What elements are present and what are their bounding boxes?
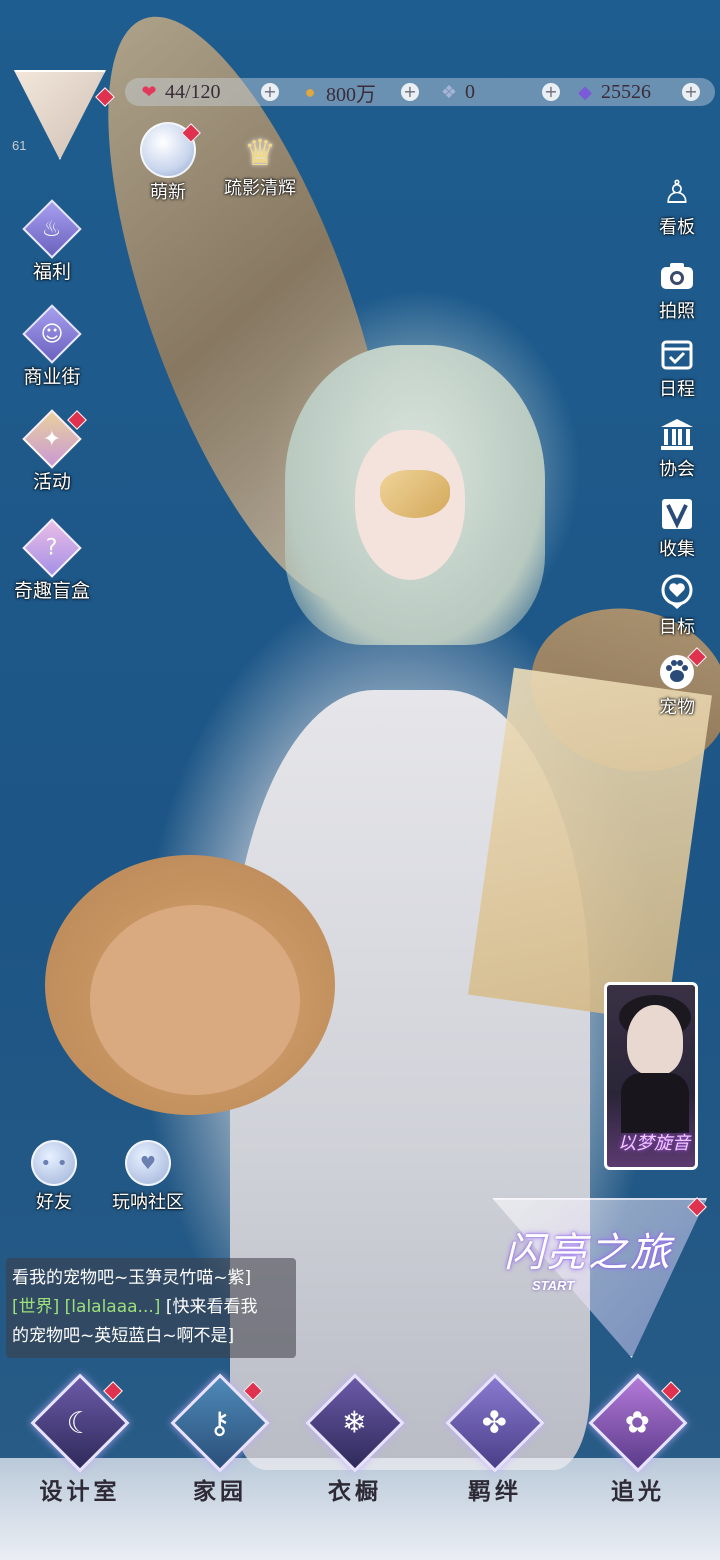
plush-pillow-face	[90, 905, 300, 1095]
collection-button[interactable]: 收集	[640, 494, 714, 561]
planet-heart-icon: ♥	[125, 1140, 171, 1186]
heart-medal-icon	[657, 572, 697, 612]
goals-button[interactable]: 目标	[640, 572, 714, 639]
stamina-counter: ❤ 44/120	[137, 78, 221, 106]
blind-box-label: 奇趣盲盒	[13, 580, 90, 602]
shopping-bag-icon: ☺	[22, 304, 82, 364]
shining-journey-button[interactable]: 闪亮之旅 START	[492, 1197, 707, 1358]
diamond-icon: ◆	[578, 81, 592, 102]
newbie-shortcut[interactable]: 萌新	[118, 122, 218, 204]
gold-counter: ● 800万	[298, 78, 376, 106]
community-button[interactable]: ♥ 玩呐社区	[100, 1140, 196, 1214]
chat-channel: [世界]	[12, 1297, 60, 1317]
add-gold-button[interactable]: +	[401, 83, 419, 101]
friends-icon: • •	[31, 1140, 77, 1186]
v-badge-icon	[657, 494, 697, 534]
gift-box-icon: ?	[22, 518, 82, 578]
crystal-counter: ❖ 0	[437, 78, 475, 106]
diamond-counter: ◆ 25526	[573, 78, 651, 106]
nav-label: 追光	[611, 1478, 665, 1505]
add-crystal-button[interactable]: +	[542, 83, 560, 101]
person-icon: ♙	[662, 173, 692, 211]
shopping-street-label: 商业街	[23, 366, 81, 388]
welfare-button[interactable]: ♨ 福利	[2, 199, 102, 284]
nav-chase-light[interactable]: ✿ 追光	[578, 1373, 698, 1506]
add-diamond-button[interactable]: +	[682, 83, 700, 101]
chat-line: [世界] [lalalaaa...] [快来看看我	[12, 1293, 290, 1322]
showcase-label: 看板	[659, 217, 695, 238]
event-card-title: 以梦旋音	[618, 1133, 690, 1154]
schedule-button[interactable]: 日程	[640, 334, 714, 401]
stamina-value: 44/120	[165, 80, 221, 103]
showcase-button[interactable]: ♙ 看板	[640, 172, 714, 239]
chat-line: 看我的宠物吧~玉笋灵竹喵~紫]	[12, 1268, 252, 1288]
crystal-value: 0	[465, 80, 475, 103]
nav-label: 羁绊	[468, 1478, 522, 1505]
heart-eyepatch	[380, 470, 450, 518]
pet-button[interactable]: 宠物	[640, 647, 714, 719]
community-label: 玩呐社区	[112, 1192, 184, 1213]
nav-label: 衣橱	[328, 1478, 382, 1505]
nav-bond[interactable]: ✤ 羁绊	[435, 1373, 555, 1506]
hot-air-balloon-icon: ♨	[22, 199, 82, 259]
chat-line: 的宠物吧~英短蓝白~啊不是]	[12, 1326, 235, 1346]
activity-label: 活动	[32, 471, 71, 493]
shopping-street-button[interactable]: ☺ 商业街	[2, 304, 102, 389]
heart-icon: ❤	[141, 81, 157, 102]
nav-design-studio[interactable]: ☾ 设计室	[20, 1373, 140, 1506]
event-character-body	[621, 1073, 689, 1133]
nav-wardrobe[interactable]: ❄ 衣橱	[295, 1373, 415, 1506]
calendar-check-icon	[657, 334, 697, 374]
nav-home[interactable]: ⚷ 家园	[160, 1373, 280, 1506]
collection-label: 收集	[659, 539, 695, 560]
journey-title: 闪亮之旅	[504, 1230, 672, 1276]
nav-label: 家园	[193, 1478, 247, 1505]
blind-box-button[interactable]: ? 奇趣盲盒	[2, 518, 102, 603]
friends-label: 好友	[36, 1192, 72, 1213]
event-character-face	[627, 1005, 683, 1075]
clover-icon: ✤	[445, 1373, 545, 1473]
add-stamina-button[interactable]: +	[261, 83, 279, 101]
guild-button[interactable]: 协会	[640, 414, 714, 481]
shuying-label: 疏影清辉	[224, 178, 296, 199]
building-icon	[657, 414, 697, 454]
event-banner-card[interactable]: 以梦旋音	[604, 982, 698, 1170]
crown-icon: ♛	[243, 133, 277, 174]
camera-icon	[657, 256, 697, 296]
chat-message: [快来看看我	[165, 1297, 258, 1317]
pet-label: 宠物	[659, 697, 695, 718]
snowflake-icon: ❄	[305, 1373, 405, 1473]
gold-coin-icon: ●	[304, 81, 316, 102]
goals-label: 目标	[659, 617, 695, 638]
event-shuying-shortcut[interactable]: ♛ 疏影清辉	[210, 134, 310, 200]
newbie-label: 萌新	[150, 182, 186, 203]
player-level: 61	[12, 138, 27, 153]
welfare-label: 福利	[32, 261, 71, 283]
friends-button[interactable]: • • 好友	[22, 1140, 86, 1214]
guild-label: 协会	[659, 459, 695, 480]
diamond-value: 25526	[601, 80, 651, 103]
nav-label: 设计室	[39, 1478, 121, 1505]
player-avatar[interactable]: 61	[10, 70, 115, 160]
photo-label: 拍照	[659, 301, 695, 322]
schedule-label: 日程	[659, 379, 695, 400]
crystal-icon: ❖	[440, 81, 458, 102]
chat-sender: [lalalaaa...]	[64, 1297, 161, 1317]
chat-box[interactable]: 看我的宠物吧~玉笋灵竹喵~紫] [世界] [lalalaaa...] [快来看看…	[6, 1258, 296, 1358]
gold-value: 800万	[326, 83, 376, 106]
journey-subtitle: START	[532, 1278, 575, 1293]
photo-button[interactable]: 拍照	[640, 256, 714, 323]
activity-button[interactable]: ✦ 活动	[2, 409, 102, 494]
